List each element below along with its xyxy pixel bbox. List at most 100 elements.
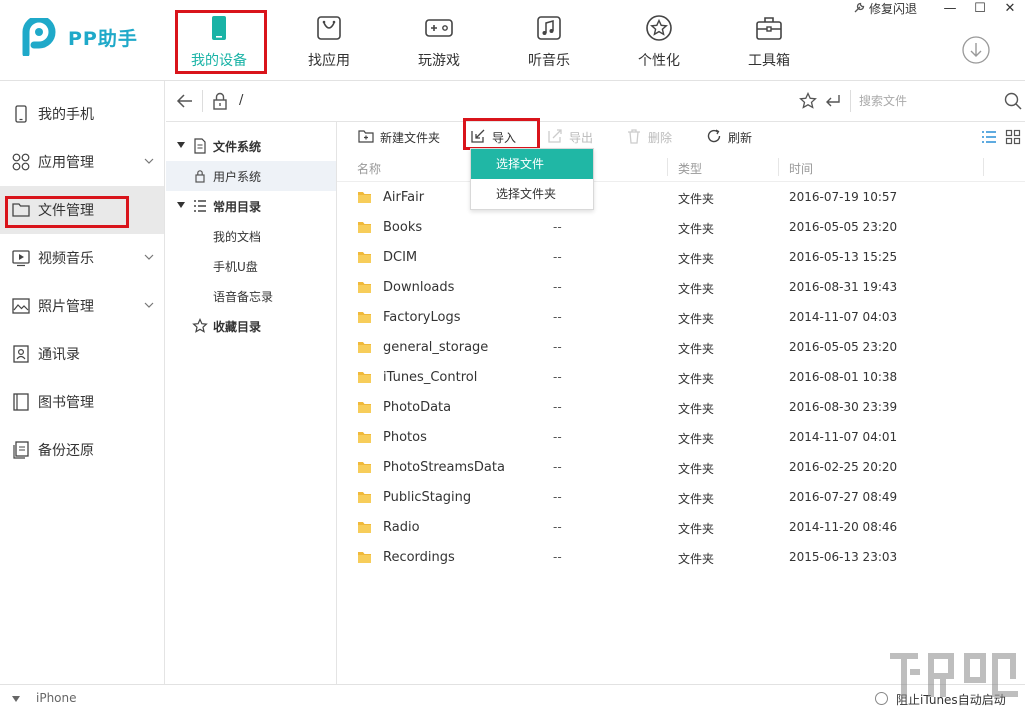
sidebar-item-label: 图书管理: [38, 395, 94, 411]
close-button[interactable]: ✕: [995, 1, 1025, 16]
column-header-type[interactable]: 类型: [678, 160, 702, 177]
sidebar-item-file-management[interactable]: 文件管理: [0, 186, 164, 234]
sidebar-item-photo-management[interactable]: 照片管理: [0, 282, 164, 330]
file-time: 2016-08-01 10:38: [789, 370, 898, 384]
new-folder-button[interactable]: 新建文件夹: [358, 122, 448, 152]
device-name[interactable]: iPhone: [36, 691, 77, 705]
file-type: 文件夹: [678, 252, 715, 266]
folder-icon: [358, 492, 371, 503]
menu-item-select-file[interactable]: 选择文件: [471, 149, 593, 179]
photo-icon: [12, 298, 30, 314]
wrench-icon: [854, 2, 865, 13]
minimize-button[interactable]: —: [935, 1, 965, 16]
sidebar-item-contacts[interactable]: 通讯录: [0, 330, 164, 378]
book-icon: [13, 393, 29, 411]
watermark-logo: [890, 653, 1018, 697]
refresh-button[interactable]: 刷新: [706, 122, 766, 152]
phone-icon: [212, 16, 226, 40]
table-row[interactable]: Photos -- 文件夹 2014-11-07 04:01: [337, 422, 1025, 452]
tab-label: 玩游戏: [418, 53, 460, 69]
file-type: 文件夹: [678, 402, 715, 416]
window-controls: 修复闪退 — ☐ ✕: [853, 0, 1025, 16]
column-separator[interactable]: [778, 158, 779, 176]
table-row[interactable]: general_storage -- 文件夹 2016-05-05 23:20: [337, 332, 1025, 362]
folder-icon: [358, 342, 371, 353]
video-icon: [12, 250, 30, 267]
table-row[interactable]: Radio -- 文件夹 2014-11-20 08:46: [337, 512, 1025, 542]
chevron-down-icon: [144, 302, 154, 308]
tab-toolbox[interactable]: 工具箱: [719, 0, 819, 80]
tab-personalize[interactable]: 个性化: [609, 0, 709, 80]
maximize-button[interactable]: ☐: [965, 1, 995, 16]
sidebar-item-video-music[interactable]: 视频音乐: [0, 234, 164, 282]
sidebar-item-book-management[interactable]: 图书管理: [0, 378, 164, 426]
sidebar-item-backup-restore[interactable]: 备份还原: [0, 426, 164, 474]
tab-label: 个性化: [638, 53, 680, 69]
table-row[interactable]: Recordings -- 文件夹 2015-06-13 23:03: [337, 542, 1025, 572]
back-arrow-icon[interactable]: [176, 92, 194, 110]
table-row[interactable]: Downloads -- 文件夹 2016-08-31 19:43: [337, 272, 1025, 302]
address-bar: /: [166, 81, 1025, 122]
current-path: /: [239, 93, 244, 108]
grid-view-icon[interactable]: [1005, 129, 1021, 145]
file-time: 2016-07-27 08:49: [789, 490, 898, 504]
device-dropdown-icon[interactable]: [12, 696, 20, 702]
tree-node-favorites[interactable]: 收藏目录: [166, 311, 336, 341]
search-input[interactable]: [859, 90, 999, 112]
column-separator[interactable]: [983, 158, 984, 176]
column-header-time[interactable]: 时间: [789, 160, 813, 177]
table-row[interactable]: AirFair 文件夹 2016-07-19 10:57: [337, 182, 1025, 212]
trash-icon: [628, 129, 640, 144]
sidebar-item-label: 备份还原: [38, 443, 94, 459]
table-row[interactable]: PhotoStreamsData -- 文件夹 2016-02-25 20:20: [337, 452, 1025, 482]
folder-icon: [358, 252, 371, 263]
tree-node-user-system[interactable]: 用户系统: [166, 161, 336, 191]
expand-triangle-icon[interactable]: [177, 202, 185, 208]
file-time: 2016-05-05 23:20: [789, 340, 898, 354]
tree-node-common-dirs[interactable]: 常用目录: [166, 191, 336, 221]
tab-find-apps[interactable]: 找应用: [279, 0, 379, 80]
sidebar-item-label: 视频音乐: [38, 251, 94, 267]
refresh-label: 刷新: [728, 131, 753, 145]
repair-crash-button[interactable]: 修复闪退: [853, 0, 917, 17]
table-row[interactable]: iTunes_Control -- 文件夹 2016-08-01 10:38: [337, 362, 1025, 392]
download-icon[interactable]: [962, 36, 990, 64]
sidebar-item-app-management[interactable]: 应用管理: [0, 138, 164, 186]
table-row[interactable]: FactoryLogs -- 文件夹 2014-11-07 04:03: [337, 302, 1025, 332]
file-name: DCIM: [383, 250, 418, 265]
column-separator[interactable]: [667, 158, 668, 176]
export-label: 导出: [569, 131, 594, 145]
table-row[interactable]: Books -- 文件夹 2016-05-05 23:20: [337, 212, 1025, 242]
table-row[interactable]: DCIM -- 文件夹 2016-05-13 15:25: [337, 242, 1025, 272]
tree-node-label: 文件系统: [213, 140, 262, 154]
tab-label: 听音乐: [528, 53, 570, 69]
enter-return-icon[interactable]: [824, 92, 842, 110]
tab-listen-music[interactable]: 听音乐: [499, 0, 599, 80]
file-name: Books: [383, 220, 423, 235]
divider: [202, 90, 203, 112]
expand-triangle-icon[interactable]: [177, 142, 185, 148]
file-size: --: [553, 400, 562, 414]
favorite-star-icon[interactable]: [799, 92, 817, 110]
tree-node-voice-memos[interactable]: 语音备忘录: [166, 281, 336, 311]
import-icon: [471, 129, 485, 143]
tree-node-phone-udisk[interactable]: 手机U盘: [166, 251, 336, 281]
tab-play-games[interactable]: 玩游戏: [389, 0, 489, 80]
tree-node-file-system[interactable]: 文件系统: [166, 131, 336, 161]
column-header-name[interactable]: 名称: [357, 160, 381, 177]
menu-item-select-folder[interactable]: 选择文件夹: [471, 179, 593, 209]
table-row[interactable]: PhotoData -- 文件夹 2016-08-30 23:39: [337, 392, 1025, 422]
lock-icon: [213, 92, 227, 110]
folder-icon: [12, 203, 30, 217]
file-type: 文件夹: [678, 372, 715, 386]
list-view-icon[interactable]: [981, 129, 997, 145]
tab-label: 工具箱: [748, 53, 790, 69]
search-icon[interactable]: [1004, 92, 1022, 110]
tree-node-my-docs[interactable]: 我的文档: [166, 221, 336, 251]
tab-my-device[interactable]: 我的设备: [169, 0, 269, 80]
gamepad-icon: [425, 19, 453, 37]
table-row[interactable]: PublicStaging -- 文件夹 2016-07-27 08:49: [337, 482, 1025, 512]
sidebar-item-my-phone[interactable]: 我的手机: [0, 90, 164, 138]
file-type: 文件夹: [678, 432, 715, 446]
delete-button[interactable]: 删除: [626, 122, 676, 152]
